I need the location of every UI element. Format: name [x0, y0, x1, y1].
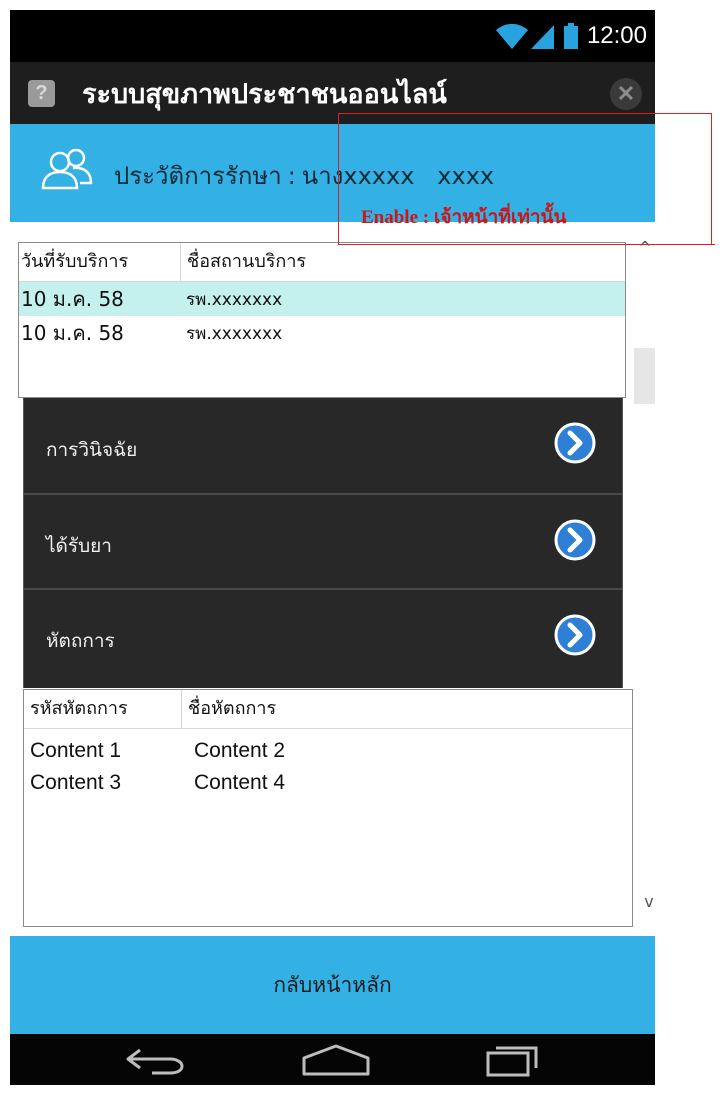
visit-facility: รพ.xxxxxxx — [186, 323, 283, 344]
users-icon — [40, 148, 94, 198]
battery-icon — [563, 22, 579, 50]
menu-item-diagnosis[interactable]: การวินิจฉัย — [24, 398, 622, 493]
menu-item-label: หัตถการ — [46, 629, 115, 652]
scroll-up-arrow[interactable]: ^ — [634, 238, 655, 258]
visits-table-header: วันที่รับบริการ ชื่อสถานบริการ — [19, 243, 625, 282]
chevron-right-circle-icon[interactable] — [554, 422, 596, 468]
wifi-icon — [495, 22, 529, 50]
column-header-procedure-code[interactable]: รหัสหัตถการ — [24, 690, 182, 728]
patient-separator: : — [287, 162, 296, 190]
signal-icon — [530, 22, 555, 50]
chevron-right-circle-icon[interactable] — [554, 519, 596, 565]
procedure-name: Content 4 — [194, 771, 286, 794]
home-icon[interactable] — [298, 1042, 374, 1082]
procedure-name: Content 2 — [194, 739, 286, 762]
procedures-table-body: Content 1 Content 2 Content 3 Content 4 — [24, 729, 632, 799]
table-row[interactable]: 10 ม.ค. 58 รพ.xxxxxxx — [19, 316, 625, 350]
help-icon[interactable]: ? — [28, 80, 55, 107]
column-header-procedure-name[interactable]: ชื่อหัตถการ — [182, 690, 276, 728]
menu-item-medication[interactable]: ได้รับยา — [24, 493, 622, 588]
detail-menu: การวินิจฉัย ได้รับยา หัตถการ — [23, 398, 623, 688]
menu-item-procedures[interactable]: หัตถการ — [24, 588, 622, 683]
recent-apps-icon[interactable] — [480, 1042, 546, 1082]
annotation-callout-line — [655, 244, 715, 245]
procedure-code: Content 1 — [30, 739, 122, 762]
visits-table: วันที่รับบริการ ชื่อสถานบริการ 10 ม.ค. 5… — [18, 242, 626, 398]
title-bar: ? ระบบสุขภาพประชาชนออนไลน์ ✕ — [10, 62, 655, 124]
visit-date: 10 ม.ค. 58 — [21, 321, 124, 345]
procedures-table-header: รหัสหัตถการ ชื่อหัตถการ — [24, 690, 632, 729]
column-header-facility[interactable]: ชื่อสถานบริการ — [181, 243, 306, 281]
status-bar: 12:00 — [10, 10, 655, 62]
table-row[interactable]: 10 ม.ค. 58 รพ.xxxxxxx — [19, 282, 625, 316]
app-title: ระบบสุขภาพประชาชนออนไลน์ — [82, 79, 447, 110]
chevron-right-circle-icon[interactable] — [554, 614, 596, 660]
navigation-bar — [10, 1034, 655, 1085]
scrollbar-thumb[interactable] — [634, 348, 655, 404]
procedures-table: รหัสหัตถการ ชื่อหัตถการ Content 1 Conten… — [23, 689, 633, 927]
table-row[interactable]: Content 3 Content 4 — [24, 767, 632, 799]
table-row[interactable]: Content 1 Content 2 — [24, 735, 632, 767]
status-icons: 12:00 — [495, 20, 647, 52]
status-clock: 12:00 — [586, 22, 647, 49]
device-screen: 12:00 ? ระบบสุขภาพประชาชนออนไลน์ ✕ ประวั… — [10, 10, 655, 1085]
scroll-down-arrow[interactable]: v — [638, 892, 660, 912]
back-icon[interactable] — [122, 1042, 188, 1082]
menu-item-label: การวินิจฉัย — [46, 438, 138, 461]
visit-date: 10 ม.ค. 58 — [21, 287, 124, 311]
patient-name: นางxxxxx xxxx — [301, 162, 495, 190]
history-label: ประวัติการรักษา — [114, 162, 282, 190]
back-to-main-button[interactable]: กลับหน้าหลัก — [10, 936, 655, 1034]
annotation-text: Enable : เจ้าหน้าที่เท่านั้น — [361, 207, 567, 228]
visit-facility: รพ.xxxxxxx — [186, 289, 283, 310]
menu-item-label: ได้รับยา — [46, 534, 112, 557]
close-icon[interactable]: ✕ — [610, 78, 642, 110]
procedure-code: Content 3 — [30, 771, 122, 794]
patient-info: ประวัติการรักษา: นางxxxxx xxxx — [114, 156, 494, 195]
visits-table-body: 10 ม.ค. 58 รพ.xxxxxxx 10 ม.ค. 58 รพ.xxxx… — [19, 282, 625, 350]
column-header-service-date[interactable]: วันที่รับบริการ — [19, 243, 181, 281]
